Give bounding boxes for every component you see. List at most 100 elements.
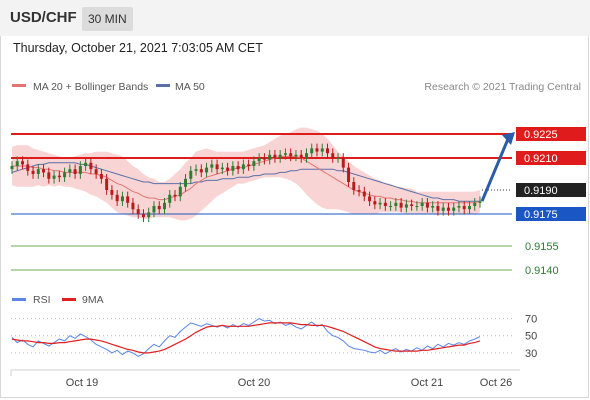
candle-body (231, 166, 235, 171)
level-tag-text: 0.9210 (524, 153, 558, 165)
candle-body (278, 154, 282, 158)
candle-body (441, 207, 445, 211)
candle-body (347, 167, 351, 182)
rsi-legend-label: RSI (33, 294, 51, 306)
candle-body (47, 172, 51, 179)
candle-body (194, 169, 198, 171)
rsi-ma-line (11, 322, 481, 354)
rsi-legend-swatch (12, 298, 26, 301)
candle-body (425, 202, 429, 208)
candle-body (26, 164, 30, 171)
candle-body (15, 161, 19, 166)
candle-body (31, 170, 35, 174)
candle-body (42, 169, 46, 173)
candle-body (368, 196, 372, 202)
candle-body (304, 153, 308, 158)
ma50-legend-swatch (156, 84, 170, 87)
candle-body (373, 201, 377, 205)
candle-body (68, 169, 72, 173)
candle-body (457, 206, 461, 208)
candle-body (52, 175, 56, 179)
candle-body (10, 166, 14, 170)
candle-body (336, 158, 340, 159)
copyright-text: Research © 2021 Trading Central (424, 81, 581, 93)
candle-body (399, 202, 403, 208)
candle-body (63, 172, 67, 178)
candle-body (452, 207, 456, 211)
candle-body (462, 206, 466, 210)
candle-body (105, 178, 109, 190)
candle-body (126, 196, 130, 203)
ma50-legend-label: MA 50 (175, 81, 205, 93)
candle-body (226, 167, 230, 171)
price-chart: MA 20 + Bollinger Bands MA 50 Research © 2… (10, 81, 586, 389)
candle-body (36, 169, 40, 174)
candle-body (352, 182, 356, 190)
candle-body (273, 154, 277, 158)
candle-body (210, 164, 214, 168)
projection-arrow-shaft (480, 138, 510, 202)
candle-body (289, 153, 293, 157)
candle-body (136, 209, 140, 214)
candle-body (205, 167, 209, 173)
bollinger-band-area (12, 127, 480, 221)
rsi-ma-legend-label: 9MA (82, 294, 104, 306)
ma20-legend-label: MA 20 + Bollinger Bands (33, 81, 148, 93)
candle-body (341, 158, 345, 168)
candle-body (310, 148, 314, 154)
candle-body (262, 158, 266, 160)
candle-body (331, 153, 335, 158)
rsi-tick-label: 50 (525, 331, 537, 343)
candle-body (378, 202, 382, 205)
candle-body (467, 206, 471, 210)
candle-body (215, 164, 219, 170)
candle-body (89, 162, 93, 170)
candle-body (189, 170, 193, 179)
candle-body (184, 178, 188, 187)
candle-body (326, 148, 330, 154)
level-tag-text: 0.9190 (524, 185, 558, 197)
candle-body (299, 154, 303, 158)
rsi-tick-label: 70 (525, 314, 537, 326)
candle-body (247, 164, 251, 166)
candle-body (478, 201, 482, 203)
level-tag-text: 0.9225 (524, 129, 558, 141)
candle-body (57, 175, 61, 178)
candle-body (357, 190, 361, 192)
candle-body (21, 161, 25, 165)
candle-body (420, 202, 424, 206)
candle-body (315, 148, 319, 152)
support-level-label: 0.9155 (525, 241, 559, 253)
candle-body (394, 202, 398, 206)
x-axis-tick-label: Oct 26 (480, 377, 512, 389)
candle-body (294, 154, 298, 157)
candle-body (131, 202, 135, 210)
candle-body (431, 206, 435, 208)
x-axis-tick-label: Oct 20 (238, 377, 270, 389)
candle-body (178, 186, 182, 197)
candle-body (404, 204, 408, 208)
candle-body (115, 194, 119, 202)
candle-body (120, 196, 124, 202)
level-tag-text: 0.9175 (524, 209, 558, 221)
candle-body (241, 164, 245, 170)
candle-body (78, 166, 82, 174)
candle-body (141, 214, 145, 218)
candle-body (268, 154, 272, 160)
candle-body (383, 202, 387, 206)
candle-body (236, 166, 240, 170)
candle-body (162, 202, 166, 210)
candle-body (99, 174, 103, 179)
candle-body (446, 207, 450, 211)
candle-body (415, 206, 419, 207)
candle-body (410, 204, 414, 206)
candle-body (257, 158, 261, 162)
x-axis-tick-label: Oct 19 (66, 377, 98, 389)
candle-body (73, 169, 77, 174)
candle-body (152, 206, 156, 213)
candle-body (157, 206, 161, 210)
rsi-tick-label: 30 (525, 348, 537, 360)
candle-body (94, 169, 98, 174)
candle-body (436, 206, 440, 211)
candle-body (84, 162, 88, 166)
